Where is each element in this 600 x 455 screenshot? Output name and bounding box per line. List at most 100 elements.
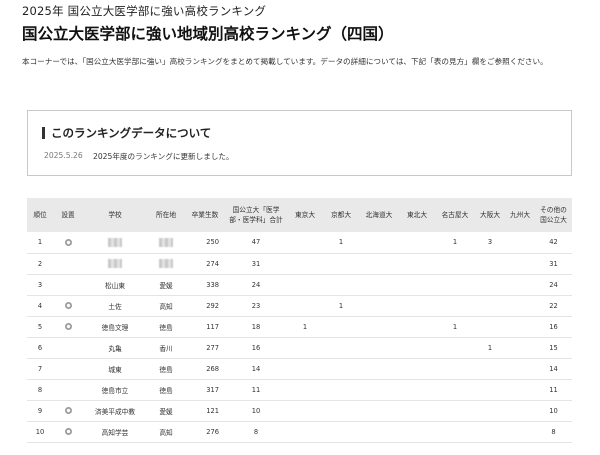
hokkaido-cell (359, 421, 399, 442)
kyoto-cell (323, 400, 359, 421)
blurred-school-name (108, 237, 122, 247)
kyoto-cell (323, 358, 359, 379)
page-supertitle: 2025年 国公立大医学部に強い高校ランキング (22, 4, 267, 18)
other-cell: 16 (549, 322, 558, 331)
other-cell: 24 (549, 280, 558, 289)
hokkaido-cell (359, 316, 399, 337)
hokkaido-cell (359, 232, 399, 253)
hokkaido-cell (359, 295, 399, 316)
setup-cell (53, 400, 83, 421)
notice-box: このランキングデータについて 2025.5.26 2025年度のランキングに更新… (27, 110, 572, 176)
hokkaido-cell (359, 337, 399, 358)
medal-icon (64, 323, 72, 330)
setup-cell (53, 337, 83, 358)
table-row: 7 城東 徳島 268 14 14 (27, 358, 572, 379)
school-cell (83, 232, 147, 253)
osaka-cell: 1 (487, 343, 493, 352)
header-rank: 順位 (33, 211, 47, 219)
graduates-cell: 274 (206, 259, 219, 268)
location-cell: 愛媛 (159, 407, 173, 416)
tohoku-cell (399, 379, 435, 400)
kyushu-cell (505, 232, 535, 253)
other-cell: 42 (549, 238, 558, 247)
medal-icon (64, 407, 72, 414)
other-cell: 10 (549, 406, 558, 415)
tohoku-cell (399, 421, 435, 442)
table-header-row: 順位 設置 学校 所在地 卒業生数 国公立大「医学部・医学科」合計 東京大 京都… (27, 198, 572, 232)
rank-cell: 2 (37, 259, 43, 268)
kyushu-cell (505, 337, 535, 358)
setup-cell (53, 295, 83, 316)
osaka-cell (475, 400, 505, 421)
header-tohoku: 東北大 (406, 211, 428, 219)
notice-date: 2025.5.26 (44, 151, 83, 160)
osaka-cell (475, 358, 505, 379)
location-cell: 愛媛 (159, 281, 173, 290)
osaka-cell (475, 421, 505, 442)
setup-cell (53, 253, 83, 274)
rank-cell: 6 (37, 343, 43, 352)
header-hokkaido: 北海道大 (365, 211, 393, 219)
tohoku-cell (399, 232, 435, 253)
setup-cell (53, 316, 83, 337)
graduates-cell: 292 (206, 301, 219, 310)
blurred-location (159, 259, 173, 268)
hokkaido-cell (359, 253, 399, 274)
national-total-cell: 18 (251, 322, 261, 331)
kyushu-cell (505, 379, 535, 400)
nagoya-cell (435, 274, 475, 295)
tohoku-cell (399, 316, 435, 337)
osaka-cell (475, 274, 505, 295)
medal-icon (64, 428, 72, 435)
tohoku-cell (399, 253, 435, 274)
nagoya-cell (435, 253, 475, 274)
kyushu-cell (505, 400, 535, 421)
kyoto-cell (323, 253, 359, 274)
kyushu-cell (505, 358, 535, 379)
tokyo-cell (287, 232, 323, 253)
header-graduates: 卒業生数 (191, 211, 219, 219)
nagoya-cell: 1 (452, 238, 458, 247)
setup-cell (53, 379, 83, 400)
tokyo-cell (287, 358, 323, 379)
table-row: 8 徳島市立 徳島 317 11 11 (27, 379, 572, 400)
other-cell: 22 (549, 301, 558, 310)
nagoya-cell (435, 421, 475, 442)
nagoya-cell (435, 337, 475, 358)
other-cell: 31 (549, 259, 558, 268)
header-kyoto: 京都大 (330, 211, 352, 219)
national-total-cell: 47 (251, 238, 261, 247)
table-row: 2 274 31 31 (27, 253, 572, 274)
tohoku-cell (399, 400, 435, 421)
osaka-cell (475, 295, 505, 316)
rank-cell: 3 (37, 280, 43, 289)
national-total-cell: 16 (251, 343, 261, 352)
tokyo-cell (287, 379, 323, 400)
setup-cell (53, 421, 83, 442)
table-row: 9 済美平成中教 愛媛 121 10 10 (27, 400, 572, 421)
kyoto-cell (323, 337, 359, 358)
location-cell: 徳島 (159, 386, 173, 395)
hokkaido-cell (359, 274, 399, 295)
kyoto-cell (323, 316, 359, 337)
graduates-cell: 121 (206, 406, 219, 415)
rank-cell: 1 (37, 238, 43, 247)
tokyo-cell (287, 337, 323, 358)
tokyo-cell (287, 400, 323, 421)
rank-cell: 7 (37, 364, 43, 373)
osaka-cell: 3 (487, 238, 493, 247)
table-row: 5 徳島文理 徳島 117 18 1 1 16 (27, 316, 572, 337)
kyushu-cell (505, 421, 535, 442)
hokkaido-cell (359, 400, 399, 421)
tokyo-cell (287, 295, 323, 316)
other-cell: 8 (551, 427, 556, 436)
national-total-cell: 24 (251, 280, 261, 289)
ranking-table: 順位 設置 学校 所在地 卒業生数 国公立大「医学部・医学科」合計 東京大 京都… (27, 198, 572, 443)
header-nagoya: 名古屋大 (441, 211, 469, 219)
osaka-cell (475, 253, 505, 274)
location-cell: 徳島 (159, 323, 173, 332)
table-row: 3 松山東 愛媛 338 24 24 (27, 274, 572, 295)
school-cell: 土佐 (108, 302, 122, 311)
kyoto-cell: 1 (338, 301, 344, 310)
kyushu-cell (505, 316, 535, 337)
